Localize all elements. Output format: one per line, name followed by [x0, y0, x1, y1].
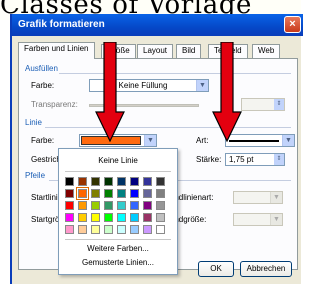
line-color-label: Farbe:	[31, 136, 55, 145]
line-section-heading: Linie	[25, 118, 42, 127]
tab-label: Farben und Linien	[24, 44, 89, 53]
chevron-down-icon: ▼	[270, 214, 282, 225]
color-swatch[interactable]	[143, 213, 152, 222]
color-swatch[interactable]	[91, 177, 100, 186]
spinner-icon: ⇕	[274, 154, 284, 165]
cancel-button[interactable]: Abbrechen	[240, 261, 292, 277]
color-swatch[interactable]	[117, 213, 126, 222]
chevron-down-icon: ▼	[270, 192, 282, 203]
chevron-down-icon: ▼	[144, 135, 156, 146]
tab-layout[interactable]: Layout	[137, 44, 174, 58]
color-swatch[interactable]	[117, 177, 126, 186]
tab-colors-and-lines[interactable]: Farben und Linien	[18, 42, 95, 59]
color-swatch[interactable]	[91, 225, 100, 234]
color-swatch[interactable]	[65, 189, 74, 198]
color-swatch[interactable]	[130, 225, 139, 234]
tab-picture[interactable]: Bild	[176, 44, 202, 58]
line-weight-label: Stärke:	[196, 155, 222, 164]
no-line-option[interactable]: Keine Linie	[59, 156, 177, 165]
color-swatch[interactable]	[78, 213, 87, 222]
color-swatch[interactable]	[65, 201, 74, 210]
color-swatch[interactable]	[78, 201, 87, 210]
color-swatch[interactable]	[143, 189, 152, 198]
close-button[interactable]: ×	[284, 16, 301, 33]
fill-color-label: Farbe:	[31, 81, 55, 90]
color-swatch[interactable]	[130, 189, 139, 198]
tab-web[interactable]: Web	[252, 44, 281, 58]
tab-label: Web	[258, 46, 275, 55]
line-weight-value: 1,75 pt	[229, 155, 254, 164]
color-swatch[interactable]	[156, 225, 165, 234]
color-swatch[interactable]	[104, 189, 113, 198]
section-divider	[59, 73, 291, 74]
color-swatch[interactable]	[78, 177, 87, 186]
color-swatch[interactable]	[65, 213, 74, 222]
popup-divider	[65, 171, 171, 172]
color-swatch[interactable]	[65, 225, 74, 234]
color-swatch[interactable]	[156, 213, 165, 222]
close-icon: ×	[289, 18, 296, 30]
annotation-arrow-down	[95, 42, 125, 142]
dialog-title: Grafik formatieren	[18, 19, 105, 30]
color-swatch[interactable]	[78, 225, 87, 234]
color-swatch[interactable]	[130, 213, 139, 222]
tab-label: Layout	[143, 46, 168, 55]
color-swatch[interactable]	[156, 201, 165, 210]
color-swatch[interactable]	[91, 213, 100, 222]
arrows-section-heading: Pfeile	[25, 171, 46, 180]
color-swatch[interactable]	[91, 189, 100, 198]
color-swatch[interactable]	[156, 189, 165, 198]
color-swatch[interactable]	[130, 177, 139, 186]
color-swatch[interactable]	[143, 225, 152, 234]
color-swatch[interactable]	[104, 201, 113, 210]
color-swatch[interactable]	[104, 177, 113, 186]
arrow-down-icon	[212, 42, 242, 142]
color-swatch[interactable]	[76, 187, 89, 200]
color-swatch[interactable]	[130, 201, 139, 210]
line-type-label: Art:	[196, 136, 209, 145]
line-weight-spinner[interactable]: 1,75 pt ⇕	[225, 153, 285, 166]
annotation-arrow-down	[212, 42, 242, 142]
color-swatch[interactable]	[91, 201, 100, 210]
section-divider	[45, 127, 291, 128]
popup-divider	[65, 239, 171, 240]
chevron-down-icon: ▼	[196, 80, 208, 91]
dialog-titlebar: Grafik formatieren ×	[12, 14, 303, 36]
color-swatch[interactable]	[117, 225, 126, 234]
color-swatch[interactable]	[156, 177, 165, 186]
more-colors-option[interactable]: Weitere Farben...	[59, 244, 177, 253]
spinner-icon: ⇕	[274, 99, 284, 110]
color-swatch[interactable]	[65, 177, 74, 186]
color-swatch[interactable]	[117, 189, 126, 198]
transparency-spinner[interactable]: ⇕	[241, 98, 285, 111]
end-size-select[interactable]: ▼	[233, 213, 283, 226]
color-swatch[interactable]	[143, 201, 152, 210]
color-swatch[interactable]	[104, 225, 113, 234]
color-swatch[interactable]	[104, 213, 113, 222]
color-swatch[interactable]	[117, 201, 126, 210]
chevron-down-icon: ▼	[282, 135, 294, 146]
fill-section-heading: Ausfüllen	[25, 64, 58, 73]
transparency-label: Transparenz:	[31, 100, 78, 109]
end-type-select[interactable]: ▼	[233, 191, 283, 204]
line-color-popup: Keine Linie Weitere Farben... Gemusterte…	[58, 148, 178, 275]
color-swatch[interactable]	[143, 177, 152, 186]
arrow-down-icon	[95, 42, 125, 142]
patterned-lines-option[interactable]: Gemusterte Linien...	[59, 258, 177, 267]
tab-label: Bild	[182, 46, 196, 55]
ok-button[interactable]: OK	[198, 261, 234, 277]
